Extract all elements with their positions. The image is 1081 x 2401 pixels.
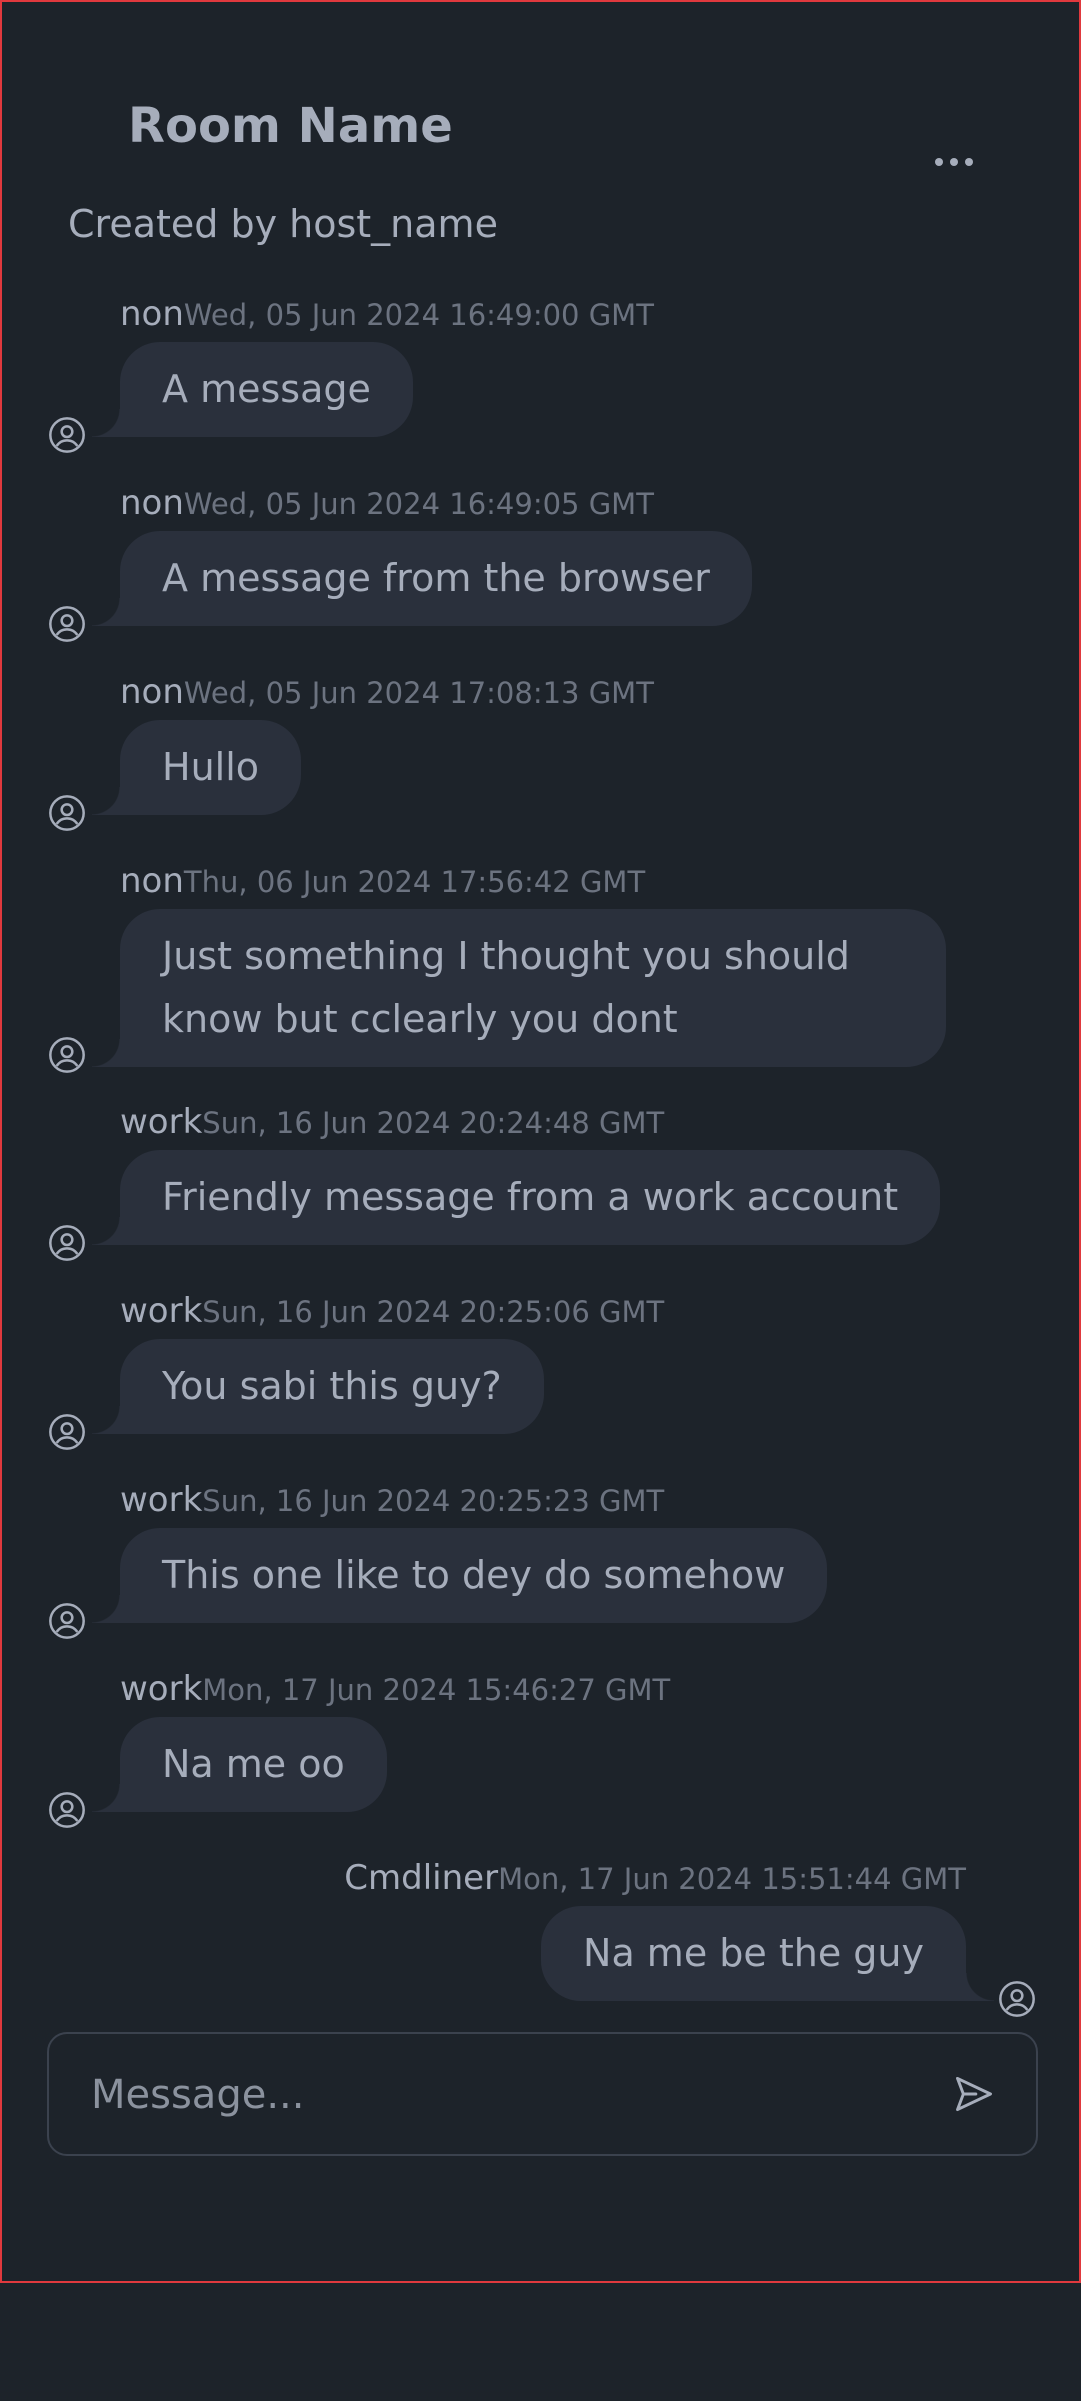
ellipsis-icon: [950, 158, 958, 166]
user-circle-icon: [49, 1792, 85, 1828]
user-circle-icon: [49, 1037, 85, 1073]
message-timestamp: Thu, 06 Jun 2024 17:56:42 GMT: [183, 865, 646, 899]
message-bubble: Friendly message from a work account: [91, 1150, 941, 1245]
message-bubble: Just something I thought you should know…: [92, 909, 946, 1067]
message-author: work: [120, 1480, 203, 1520]
room-menu-button[interactable]: [924, 142, 984, 182]
message-bubble: Hullo: [91, 720, 302, 815]
ellipsis-icon: [935, 158, 943, 166]
message-author: work: [120, 1291, 203, 1331]
message-bubble: Na me oo: [92, 1717, 387, 1812]
chat-panel: Room Name Created by host_name nonWed, 0…: [0, 0, 1081, 2283]
user-circle-icon: [49, 1603, 85, 1639]
room-title: Room Name: [128, 98, 453, 154]
ellipsis-icon: [965, 158, 973, 166]
message-author: non: [120, 294, 184, 334]
message-timestamp: Wed, 05 Jun 2024 16:49:05 GMT: [183, 487, 654, 521]
user-circle-icon: [999, 1981, 1035, 2017]
message-timestamp: Wed, 05 Jun 2024 16:49:00 GMT: [183, 298, 654, 332]
user-circle-icon: [49, 1414, 85, 1450]
user-circle-icon: [49, 1225, 85, 1261]
message-timestamp: Sun, 16 Jun 2024 20:24:48 GMT: [202, 1106, 665, 1140]
message-bubble: A message: [92, 342, 413, 437]
message-timestamp: Sun, 16 Jun 2024 20:25:23 GMT: [202, 1484, 665, 1518]
message-author: work: [120, 1102, 203, 1142]
message-input[interactable]: [89, 2034, 913, 2156]
message-timestamp: Mon, 17 Jun 2024 15:51:44 GMT: [498, 1862, 966, 1896]
send-icon[interactable]: [952, 2072, 996, 2116]
room-created-by: Created by host_name: [68, 202, 498, 246]
message-bubble: A message from the browser: [92, 531, 752, 626]
message-author: non: [120, 483, 184, 523]
user-circle-icon: [49, 795, 85, 831]
message-bubble: Na me be the guy: [541, 1906, 994, 2001]
message-timestamp: Wed, 05 Jun 2024 17:08:13 GMT: [183, 676, 654, 710]
user-circle-icon: [49, 417, 85, 453]
message-timestamp: Sun, 16 Jun 2024 20:25:06 GMT: [202, 1295, 665, 1329]
message-bubble: You sabi this guy?: [92, 1339, 544, 1434]
message-timestamp: Mon, 17 Jun 2024 15:46:27 GMT: [202, 1673, 671, 1707]
message-composer: [47, 2032, 1038, 2156]
message-author: Cmdliner: [344, 1858, 499, 1898]
message-bubble: This one like to dey do somehow: [91, 1528, 828, 1623]
message-author: non: [120, 672, 184, 712]
user-circle-icon: [49, 606, 85, 642]
message-author: work: [120, 1669, 203, 1709]
message-author: non: [120, 861, 184, 901]
